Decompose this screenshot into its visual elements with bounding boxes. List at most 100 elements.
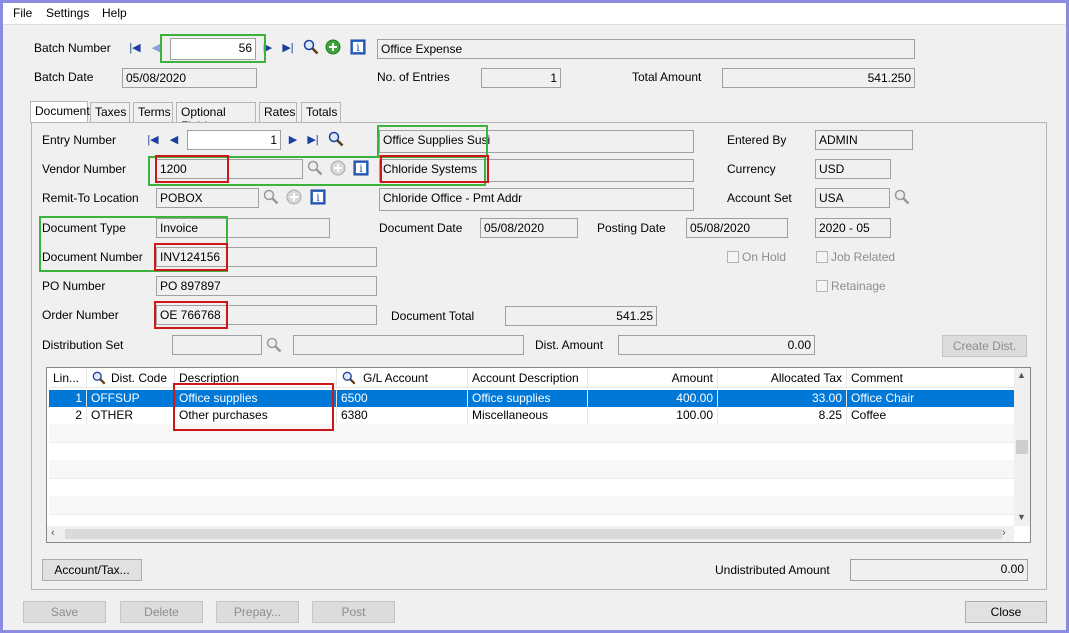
entry-description-highlight [377, 125, 488, 157]
posting-date-label: Posting Date [597, 221, 666, 235]
menu-file[interactable]: File [13, 6, 32, 20]
row-gl-account[interactable]: 6500 [337, 390, 468, 407]
scroll-left-icon[interactable]: ‹ [51, 527, 55, 539]
entries-label: No. of Entries [377, 70, 450, 84]
scroll-right-icon[interactable]: › [1002, 527, 1006, 539]
scroll-down-icon[interactable]: ▼ [1017, 512, 1026, 522]
horizontal-scroll-thumb[interactable] [65, 529, 1002, 539]
po-number-input[interactable]: PO 897897 [156, 276, 377, 296]
remit-to-label: Remit-To Location [42, 191, 139, 205]
batch-date-field: 05/08/2020 [122, 68, 257, 88]
menu-settings[interactable]: Settings [46, 6, 89, 20]
vertical-scrollbar[interactable]: ▲ ▼ [1014, 368, 1030, 526]
last-entry-icon[interactable]: ▶| [305, 131, 321, 147]
document-number-red-highlight [154, 243, 228, 271]
tab-taxes[interactable]: Taxes [90, 102, 130, 122]
batch-description-field[interactable]: Office Expense [377, 39, 915, 59]
scroll-up-icon[interactable]: ▲ [1017, 370, 1026, 380]
empty-row [49, 478, 1016, 497]
row-account-description: Miscellaneous [468, 407, 588, 424]
dist-amount-field[interactable]: 0.00 [618, 335, 815, 355]
tab-document[interactable]: Document [30, 101, 90, 123]
job-related-checkbox[interactable] [816, 251, 828, 263]
new-batch-icon[interactable] [325, 39, 341, 55]
row-amount[interactable]: 100.00 [588, 407, 718, 424]
grid-header-line[interactable]: Lin... [49, 368, 87, 388]
batch-info-icon[interactable]: i [350, 39, 366, 55]
document-total-field[interactable]: 541.25 [505, 306, 657, 326]
row-line: 2 [49, 407, 87, 424]
account-tax-button[interactable]: Account/Tax... [42, 559, 142, 581]
grid-header-account-description[interactable]: Account Description [468, 368, 588, 388]
vertical-scroll-thumb[interactable] [1016, 440, 1028, 454]
order-number-label: Order Number [42, 308, 119, 322]
tab-optional-fields[interactable]: Optional Fields [176, 102, 256, 133]
save-button[interactable]: Save [23, 601, 106, 623]
post-button[interactable]: Post [312, 601, 395, 623]
grid-header-comment[interactable]: Comment [847, 368, 1015, 388]
distribution-set-description [293, 335, 524, 355]
undistributed-amount-label: Undistributed Amount [715, 563, 830, 577]
tab-totals[interactable]: Totals [301, 102, 341, 122]
batch-finder-icon[interactable] [303, 39, 319, 55]
tab-rates[interactable]: Rates [259, 102, 297, 122]
description-red-highlight [173, 383, 334, 431]
first-batch-icon[interactable]: |◀ [127, 39, 143, 55]
entry-number-input[interactable]: 1 [187, 130, 281, 150]
on-hold-checkbox[interactable] [727, 251, 739, 263]
remit-to-input[interactable]: POBOX [156, 188, 259, 208]
account-set-finder-icon[interactable] [894, 189, 910, 205]
new-remit-icon[interactable] [286, 189, 302, 205]
account-set-field[interactable]: USA [815, 188, 890, 208]
distribution-set-input[interactable] [172, 335, 262, 355]
svg-text:i: i [356, 43, 359, 54]
first-entry-icon[interactable]: |◀ [145, 131, 161, 147]
batch-date-label: Batch Date [34, 70, 94, 84]
row-dist-code[interactable]: OTHER [87, 407, 175, 424]
empty-row [49, 442, 1016, 461]
po-number-label: PO Number [42, 279, 106, 293]
close-button[interactable]: Close [965, 601, 1047, 623]
menu-help[interactable]: Help [102, 6, 127, 20]
gl-account-finder-icon[interactable] [341, 370, 357, 386]
retainage-checkbox[interactable] [816, 280, 828, 292]
row-comment[interactable]: Coffee [847, 407, 1016, 424]
horizontal-scrollbar[interactable]: ‹ › [47, 526, 1014, 542]
row-line: 1 [49, 390, 87, 407]
tab-terms[interactable]: Terms [133, 102, 173, 122]
prepay-button[interactable]: Prepay... [216, 601, 299, 623]
previous-entry-icon[interactable]: ◀ [166, 131, 182, 147]
grid-header-allocated-tax[interactable]: Allocated Tax [718, 368, 847, 388]
row-allocated-tax[interactable]: 33.00 [718, 390, 847, 407]
delete-button[interactable]: Delete [120, 601, 203, 623]
currency-field: USD [815, 159, 891, 179]
entered-by-label: Entered By [727, 133, 787, 147]
empty-row [49, 460, 1016, 479]
distribution-set-finder-icon[interactable] [266, 337, 282, 353]
create-dist-button[interactable]: Create Dist. [942, 335, 1027, 357]
retainage-label: Retainage [831, 279, 886, 293]
next-entry-icon[interactable]: ▶ [285, 131, 301, 147]
posting-date-field[interactable]: 05/08/2020 [686, 218, 788, 238]
remit-info-icon[interactable]: i [310, 189, 326, 205]
last-batch-icon[interactable]: ▶| [280, 39, 296, 55]
document-date-field[interactable]: 05/08/2020 [480, 218, 578, 238]
row-allocated-tax[interactable]: 8.25 [718, 407, 847, 424]
row-amount[interactable]: 400.00 [588, 390, 718, 407]
dist-code-finder-icon[interactable] [91, 370, 107, 386]
total-amount-label: Total Amount [632, 70, 702, 84]
menu-bar: File Settings Help [3, 3, 1066, 25]
distribution-set-label: Distribution Set [42, 338, 124, 352]
row-dist-code[interactable]: OFFSUP [87, 390, 175, 407]
row-comment[interactable]: Office Chair [847, 390, 1016, 407]
remit-finder-icon[interactable] [263, 189, 279, 205]
grid-header-amount[interactable]: Amount [588, 368, 718, 388]
entry-finder-icon[interactable] [328, 131, 344, 147]
dist-amount-label: Dist. Amount [535, 338, 604, 352]
fiscal-period-field: 2020 - 05 [815, 218, 891, 238]
remit-name-field: Chloride Office - Pmt Addr [379, 188, 694, 211]
total-amount-field: 541.250 [722, 68, 915, 88]
row-gl-account[interactable]: 6380 [337, 407, 468, 424]
document-total-label: Document Total [391, 309, 475, 323]
on-hold-label: On Hold [742, 250, 787, 264]
